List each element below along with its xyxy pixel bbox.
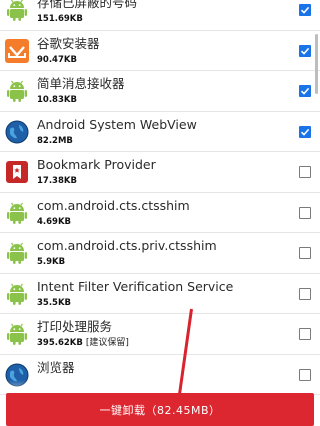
app-name: 存储已屏蔽的号码 xyxy=(37,0,138,10)
select-checkbox[interactable] xyxy=(299,85,311,97)
app-text: Bookmark Provider 17.38KB xyxy=(37,156,280,187)
select-checkbox[interactable] xyxy=(299,368,311,381)
app-size-line: 35.5KB xyxy=(37,297,280,309)
check-icon xyxy=(300,47,310,55)
app-size-line: 17.38KB xyxy=(37,175,280,187)
installer-icon xyxy=(5,38,29,64)
app-size-line: 5.9KB xyxy=(37,256,280,268)
android-icon xyxy=(5,78,29,104)
app-name: 简单消息接收器 xyxy=(37,76,125,91)
select-checkbox[interactable] xyxy=(299,44,311,57)
app-row[interactable]: Bookmark Provider 17.38KB xyxy=(0,152,320,193)
app-name: com.android.cts.priv.ctsshim xyxy=(37,238,217,253)
app-name: 谷歌安装器 xyxy=(37,35,100,51)
app-recommend-tag: [建议保留] xyxy=(85,338,129,348)
app-size: 151.69KB xyxy=(37,14,83,24)
app-name: 打印处理服务 xyxy=(37,319,113,334)
check-icon xyxy=(300,87,310,95)
check-icon xyxy=(300,6,310,14)
bookmark-icon xyxy=(5,159,29,185)
app-name: Bookmark Provider xyxy=(37,157,156,172)
scrollbar[interactable] xyxy=(315,34,318,94)
app-row[interactable]: Intent Filter Verification Service 35.5KB xyxy=(0,274,320,314)
uninstall-all-button[interactable]: 一键卸载（82.45MB） xyxy=(6,393,314,426)
select-checkbox[interactable] xyxy=(299,328,311,340)
app-row[interactable]: com.android.cts.priv.ctsshim 5.9KB xyxy=(0,233,320,274)
app-size: 5.9KB xyxy=(37,257,66,267)
app-name: Android System WebView xyxy=(37,116,197,132)
select-checkbox[interactable] xyxy=(299,287,311,300)
list-fade xyxy=(0,380,320,393)
app-row[interactable]: Android System WebView 82.2MB xyxy=(0,112,320,152)
app-text: 打印处理服务 395.62KB [建议保留] xyxy=(37,318,280,349)
app-text: Android System WebView 82.2MB xyxy=(37,116,280,147)
android-icon xyxy=(5,321,29,347)
check-icon xyxy=(300,128,310,136)
select-checkbox[interactable] xyxy=(299,4,311,16)
app-row[interactable]: 简单消息接收器 10.83KB xyxy=(0,71,320,112)
android-icon xyxy=(5,0,29,23)
android-icon xyxy=(5,281,29,307)
app-size-line: 4.69KB xyxy=(37,216,280,228)
android-icon xyxy=(5,200,29,226)
globe-icon xyxy=(5,119,29,145)
app-name: com.android.cts.ctsshim xyxy=(37,197,190,213)
app-row[interactable]: com.android.cts.ctsshim 4.69KB xyxy=(0,193,320,233)
app-list: 存储已屏蔽的号码 151.69KB 谷歌安装器 90.47KB 简单消息接收器 10.83… xyxy=(0,0,320,395)
uninstall-all-label: 一键卸载（82.45MB） xyxy=(99,403,221,417)
app-text: 谷歌安装器 90.47KB xyxy=(37,35,280,66)
app-text: Intent Filter Verification Service 35.5KB xyxy=(37,278,280,309)
android-icon xyxy=(5,240,29,266)
app-text: 存储已屏蔽的号码 151.69KB xyxy=(37,0,280,25)
app-size: 17.38KB xyxy=(37,176,77,186)
select-checkbox[interactable] xyxy=(299,206,311,219)
app-row[interactable]: 存储已屏蔽的号码 151.69KB xyxy=(0,0,320,31)
app-text: 简单消息接收器 10.83KB xyxy=(37,75,280,106)
app-size-line: 10.83KB xyxy=(37,94,280,106)
app-size-line: 395.62KB [建议保留] xyxy=(37,337,280,349)
app-text: com.android.cts.priv.ctsshim 5.9KB xyxy=(37,237,280,268)
select-checkbox[interactable] xyxy=(299,125,311,138)
app-name: 浏览器 xyxy=(37,359,75,375)
app-size: 4.69KB xyxy=(37,216,72,227)
app-name: Intent Filter Verification Service xyxy=(37,278,234,294)
app-size: 35.5KB xyxy=(37,297,72,308)
app-size-line: 90.47KB xyxy=(37,54,280,66)
app-row[interactable]: 谷歌安装器 90.47KB xyxy=(0,31,320,71)
app-size-line: 82.2MB xyxy=(37,135,280,147)
app-size-line: 151.69KB xyxy=(37,13,280,25)
app-size: 90.47KB xyxy=(37,54,77,65)
app-size: 10.83KB xyxy=(37,95,77,105)
select-checkbox[interactable] xyxy=(299,247,311,259)
app-size: 82.2MB xyxy=(37,135,73,146)
app-row[interactable]: 打印处理服务 395.62KB [建议保留] xyxy=(0,314,320,355)
app-text: 浏览器 xyxy=(37,359,280,378)
app-size: 395.62KB xyxy=(37,338,83,348)
select-checkbox[interactable] xyxy=(299,166,311,178)
app-text: com.android.cts.ctsshim 4.69KB xyxy=(37,197,280,228)
